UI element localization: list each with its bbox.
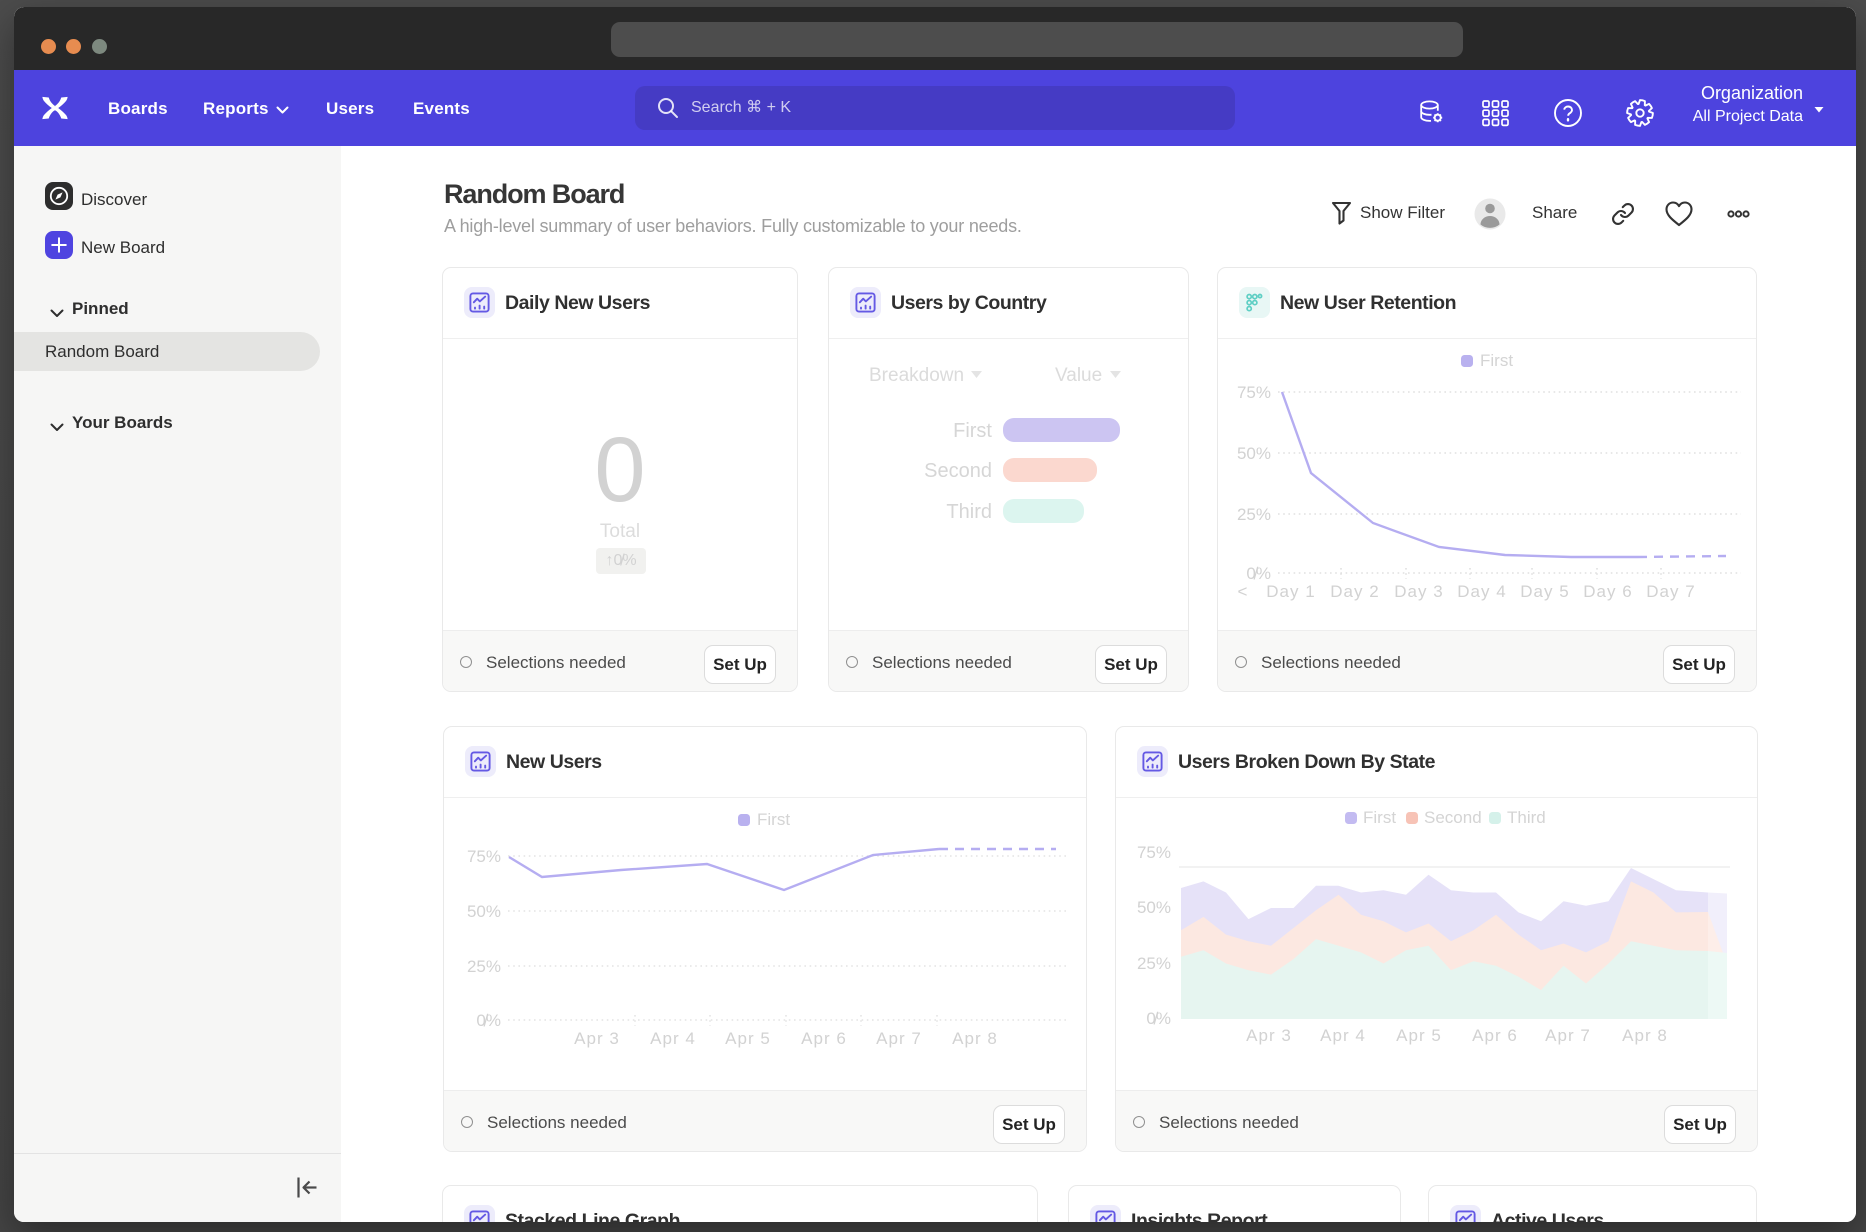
svg-text:0̸%: 0̸%	[476, 1011, 501, 1030]
svg-text:Apr 5: Apr 5	[1396, 1026, 1442, 1045]
svg-text:Third: Third	[946, 501, 992, 523]
svg-text:Day 6: Day 6	[1583, 582, 1632, 601]
svg-text:Day 1: Day 1	[1266, 582, 1315, 601]
svg-text:Apr 3: Apr 3	[574, 1029, 620, 1048]
svg-text:Day 7: Day 7	[1646, 582, 1695, 601]
svg-text:Apr 4: Apr 4	[650, 1029, 696, 1048]
svg-text:Second: Second	[1424, 808, 1482, 827]
svg-text:Day 5: Day 5	[1520, 582, 1569, 601]
svg-text:0̸%: 0̸%	[1246, 564, 1271, 583]
svg-text:Apr 4: Apr 4	[1320, 1026, 1366, 1045]
svg-text:Breakdown: Breakdown	[869, 365, 964, 386]
svg-text:Apr 6: Apr 6	[1472, 1026, 1518, 1045]
svg-text:75%: 75%	[1137, 843, 1171, 862]
svg-text:First: First	[953, 420, 992, 442]
svg-text:25%: 25%	[1237, 505, 1271, 524]
svg-text:Apr 6: Apr 6	[801, 1029, 847, 1048]
svg-text:Apr 8: Apr 8	[1622, 1026, 1668, 1045]
svg-text:25%: 25%	[467, 957, 501, 976]
svg-text:50%: 50%	[1237, 444, 1271, 463]
svg-text:75%: 75%	[1237, 383, 1271, 402]
svg-text:Third: Third	[1507, 808, 1546, 827]
svg-text:<: <	[1238, 582, 1249, 601]
svg-text:Apr 8: Apr 8	[952, 1029, 998, 1048]
svg-text:50%: 50%	[467, 902, 501, 921]
svg-text:Day 3: Day 3	[1394, 582, 1443, 601]
svg-text:Second: Second	[924, 460, 992, 482]
svg-text:Apr 5: Apr 5	[725, 1029, 771, 1048]
svg-text:Apr 7: Apr 7	[1545, 1026, 1591, 1045]
svg-text:Day 2: Day 2	[1330, 582, 1379, 601]
svg-text:First: First	[1363, 808, 1396, 827]
svg-text:First: First	[757, 810, 790, 829]
svg-text:0̸%: 0̸%	[1146, 1009, 1171, 1028]
svg-text:50%: 50%	[1137, 898, 1171, 917]
svg-text:Apr 7: Apr 7	[876, 1029, 922, 1048]
svg-text:First: First	[1480, 351, 1513, 370]
svg-text:Value: Value	[1055, 365, 1102, 386]
svg-text:75%: 75%	[467, 847, 501, 866]
svg-text:25%: 25%	[1137, 954, 1171, 973]
svg-text:Apr 3: Apr 3	[1246, 1026, 1292, 1045]
svg-text:Day 4: Day 4	[1457, 582, 1506, 601]
